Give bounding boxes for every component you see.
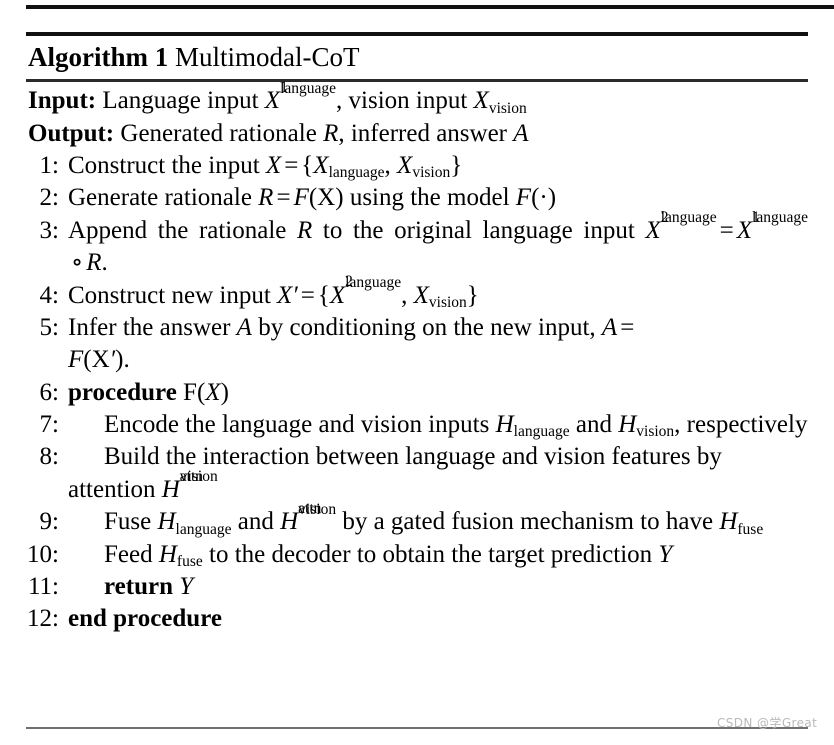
algorithm-title-name: Multimodal-CoT	[174, 42, 360, 72]
algorithm-step: 9: Fuse Hlanguage and Hattn vision by a g…	[26, 500, 808, 538]
step-number: 5:	[39, 313, 59, 341]
input-text-a: Language input	[102, 87, 259, 115]
algorithm-step: 11: return Y	[26, 571, 808, 603]
step-number: 7:	[39, 411, 59, 439]
csdn-watermark: CSDN @学Great	[717, 716, 818, 730]
input-var-b-sub: vision	[488, 99, 527, 117]
step-number: 1:	[39, 152, 59, 180]
step-number: 4:	[39, 281, 59, 309]
step-text: Fuse Hlanguage and Hattn vision by a gate…	[104, 500, 764, 538]
algorithm-step: 5: Infer the answer A by conditioning on…	[26, 312, 808, 377]
top-cutoff-rule	[26, 5, 834, 9]
algorithm-step: 7: Encode the language and vision inputs…	[26, 409, 808, 441]
output-var-a: R	[323, 119, 339, 147]
output-line: Output: Generated rationale R, inferred …	[26, 118, 808, 150]
step-text: Build the interaction between language a…	[68, 443, 722, 503]
input-label: Input:	[28, 87, 97, 115]
algorithm-body: Input: Language input X 1 language, vision…	[26, 79, 808, 635]
output-label: Output:	[28, 119, 115, 147]
algorithm-step: 6: procedure F(X)	[26, 377, 808, 409]
algorithm-title: Algorithm 1 Multimodal-CoT	[26, 36, 808, 79]
algorithm-step: 4: Construct new input X′ = {X 2 language, X…	[26, 273, 808, 312]
algorithm-block: Algorithm 1 Multimodal-CoT Input: Langua…	[26, 32, 808, 636]
step-number: 12:	[27, 605, 59, 633]
step-text: Infer the answer A by conditioning on th…	[68, 313, 635, 374]
input-var-b: X	[473, 87, 489, 115]
step-text: Feed Hfuse to the decoder to obtain the …	[104, 540, 673, 570]
step-text: end procedure	[68, 605, 222, 633]
output-text-a: Generated rationale	[120, 119, 317, 147]
step-number: 8:	[39, 443, 59, 471]
step-text: Append the rationale R to the original l…	[68, 208, 808, 277]
algorithm-step: 3: Append the rationale R to the origina…	[26, 208, 808, 280]
step-number: 2:	[39, 184, 59, 212]
step-number: 6:	[39, 378, 59, 406]
algorithm-page: Algorithm 1 Multimodal-CoT Input: Langua…	[0, 0, 834, 745]
step-number: 9:	[39, 508, 59, 536]
input-var-a: X	[264, 87, 281, 115]
step-text: return Y	[104, 572, 194, 600]
input-var-a-scripts: 1 language	[280, 79, 337, 97]
input-line: Input: Language input X 1 language, vision…	[26, 79, 808, 117]
output-var-b: A	[513, 119, 529, 147]
step-text: Construct new input X′ = {X 2 language, Xvis…	[68, 273, 479, 311]
step-text: Construct the input X = {Xlanguage, Xvisio…	[68, 152, 463, 182]
algorithm-title-keyword: Algorithm 1	[28, 42, 169, 72]
algorithm-step: 12: end procedure	[26, 603, 808, 635]
algorithm-step: 8: Build the interaction between languag…	[26, 441, 808, 506]
input-text-b: , vision input	[336, 87, 468, 115]
algorithm-step: 10: Feed Hfuse to the decoder to obtain …	[26, 539, 808, 571]
algorithm-step: 1: Construct the input X = {Xlanguage, Xvi…	[26, 150, 808, 182]
step-text: Encode the language and vision inputs Hl…	[104, 411, 808, 441]
step-text: procedure F(X)	[68, 378, 229, 406]
step-number: 3:	[39, 216, 59, 244]
step-number: 11:	[27, 572, 59, 600]
algorithm-bottom-rule	[26, 727, 808, 729]
output-text-b: , inferred answer	[338, 119, 508, 147]
step-number: 10:	[27, 540, 59, 568]
